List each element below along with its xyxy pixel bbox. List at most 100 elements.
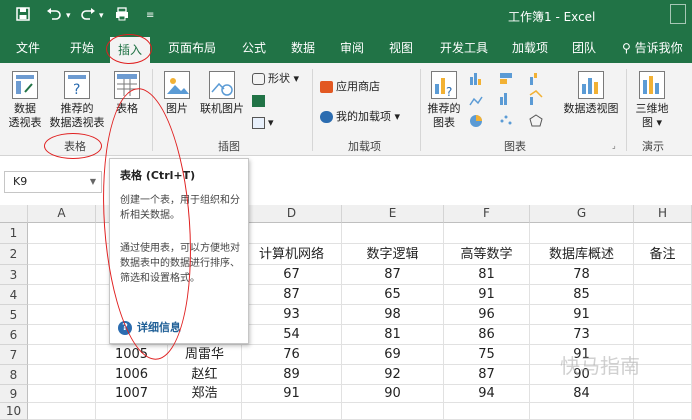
3d-map-button[interactable]: 三维地 图 ▾ — [632, 71, 672, 130]
row-header-1[interactable]: 1 — [0, 223, 28, 244]
customize-icon[interactable]: ≡ — [146, 7, 154, 25]
cell-E8[interactable]: 92 — [342, 365, 444, 385]
column-header-E[interactable]: E — [342, 205, 444, 223]
tab-addins[interactable]: 加载项 — [512, 33, 548, 63]
row-header-6[interactable]: 6 — [0, 325, 28, 345]
cell-G9[interactable]: 84 — [530, 385, 634, 403]
cell-H1[interactable] — [634, 223, 692, 244]
cell-F6[interactable]: 86 — [444, 325, 530, 345]
cell-A6[interactable] — [28, 325, 96, 345]
cell-F8[interactable]: 87 — [444, 365, 530, 385]
cell-E9[interactable]: 90 — [342, 385, 444, 403]
cell-D10[interactable] — [242, 403, 342, 420]
save-icon[interactable] — [16, 7, 30, 26]
cell-A8[interactable] — [28, 365, 96, 385]
cell-C7[interactable]: 周雷华 — [168, 345, 242, 365]
pivot-chart-button[interactable]: 数据透视图 — [562, 71, 620, 116]
cell-H5[interactable] — [634, 305, 692, 325]
row-header-5[interactable]: 5 — [0, 305, 28, 325]
shapes-button[interactable]: 形状 ▾ — [252, 71, 299, 87]
cell-C8[interactable]: 赵红 — [168, 365, 242, 385]
tab-team[interactable]: 团队 — [572, 33, 596, 63]
dialog-launcher-icon[interactable]: ⌟ — [612, 141, 616, 150]
cell-D7[interactable]: 76 — [242, 345, 342, 365]
cell-G2[interactable]: 数据库概述 — [530, 244, 634, 265]
chart-type-buttons[interactable] — [468, 71, 558, 135]
cell-A3[interactable] — [28, 265, 96, 285]
cell-G6[interactable]: 73 — [530, 325, 634, 345]
column-header-F[interactable]: F — [444, 205, 530, 223]
recommended-pivot-button[interactable]: ? 推荐的 数据透视表 — [46, 71, 108, 130]
ribbon-display-icon[interactable] — [670, 4, 686, 24]
my-addins-button[interactable]: 我的加载项 ▾ — [320, 109, 400, 125]
tab-data[interactable]: 数据 — [291, 33, 315, 63]
store-button[interactable]: 应用商店 — [320, 79, 380, 95]
cell-A7[interactable] — [28, 345, 96, 365]
column-header-D[interactable]: D — [242, 205, 342, 223]
cell-C9[interactable]: 郑浩 — [168, 385, 242, 403]
cell-F2[interactable]: 高等数学 — [444, 244, 530, 265]
cell-D6[interactable]: 54 — [242, 325, 342, 345]
cell-F4[interactable]: 91 — [444, 285, 530, 305]
redo-dropdown-icon[interactable]: ▾ — [99, 7, 104, 25]
cell-F5[interactable]: 96 — [444, 305, 530, 325]
row-header-10[interactable]: 10 — [0, 403, 28, 420]
cell-E5[interactable]: 98 — [342, 305, 444, 325]
chevron-down-icon[interactable]: ▼ — [90, 172, 96, 192]
recommended-charts-button[interactable]: ? 推荐的 图表 — [426, 71, 462, 130]
cell-D1[interactable] — [242, 223, 342, 244]
tell-me-box[interactable]: ⚲ 告诉我你 — [622, 33, 683, 63]
cell-A10[interactable] — [28, 403, 96, 420]
redo-icon[interactable] — [80, 7, 96, 26]
cell-D3[interactable]: 67 — [242, 265, 342, 285]
cell-F9[interactable]: 94 — [444, 385, 530, 403]
cell-D9[interactable]: 91 — [242, 385, 342, 403]
cell-B8[interactable]: 1006 — [96, 365, 168, 385]
column-header-H[interactable]: H — [634, 205, 692, 223]
cell-H7[interactable] — [634, 345, 692, 365]
undo-dropdown-icon[interactable]: ▾ — [66, 7, 71, 25]
cell-H10[interactable] — [634, 403, 692, 420]
print-preview-icon[interactable] — [114, 7, 130, 26]
cell-E10[interactable] — [342, 403, 444, 420]
cell-H6[interactable] — [634, 325, 692, 345]
smartart-button[interactable] — [252, 93, 268, 109]
cell-E6[interactable]: 81 — [342, 325, 444, 345]
column-header-A[interactable]: A — [28, 205, 96, 223]
column-header-G[interactable]: G — [530, 205, 634, 223]
cell-H8[interactable] — [634, 365, 692, 385]
tab-page-layout[interactable]: 页面布局 — [168, 33, 216, 63]
row-header-3[interactable]: 3 — [0, 265, 28, 285]
picture-button[interactable]: 图片 — [160, 71, 194, 116]
cell-F10[interactable] — [444, 403, 530, 420]
cell-G3[interactable]: 78 — [530, 265, 634, 285]
tab-file[interactable]: 文件 — [16, 33, 40, 63]
cell-G4[interactable]: 85 — [530, 285, 634, 305]
cell-E7[interactable]: 69 — [342, 345, 444, 365]
cell-A5[interactable] — [28, 305, 96, 325]
cell-E2[interactable]: 数字逻辑 — [342, 244, 444, 265]
cell-A4[interactable] — [28, 285, 96, 305]
spreadsheet-grid[interactable]: ABCDEFGH12计算机网络数字逻辑高等数学数据库概述备注3678781784… — [0, 205, 692, 420]
tab-view[interactable]: 视图 — [389, 33, 413, 63]
cell-B10[interactable] — [96, 403, 168, 420]
cell-F7[interactable]: 75 — [444, 345, 530, 365]
tab-developer[interactable]: 开发工具 — [440, 33, 488, 63]
tab-formulas[interactable]: 公式 — [242, 33, 266, 63]
cell-B9[interactable]: 1007 — [96, 385, 168, 403]
screenshot-button[interactable]: ▾ — [252, 115, 274, 131]
row-header-8[interactable]: 8 — [0, 365, 28, 385]
cell-D2[interactable]: 计算机网络 — [242, 244, 342, 265]
cell-D4[interactable]: 87 — [242, 285, 342, 305]
cell-C10[interactable] — [168, 403, 242, 420]
tab-home[interactable]: 开始 — [70, 33, 94, 63]
row-header-9[interactable]: 9 — [0, 385, 28, 403]
undo-icon[interactable] — [46, 7, 62, 26]
cell-H9[interactable] — [634, 385, 692, 403]
row-header-4[interactable]: 4 — [0, 285, 28, 305]
row-header-2[interactable]: 2 — [0, 244, 28, 265]
cell-H2[interactable]: 备注 — [634, 244, 692, 265]
online-picture-button[interactable]: 联机图片 — [196, 71, 248, 116]
row-header-7[interactable]: 7 — [0, 345, 28, 365]
cell-G10[interactable] — [530, 403, 634, 420]
